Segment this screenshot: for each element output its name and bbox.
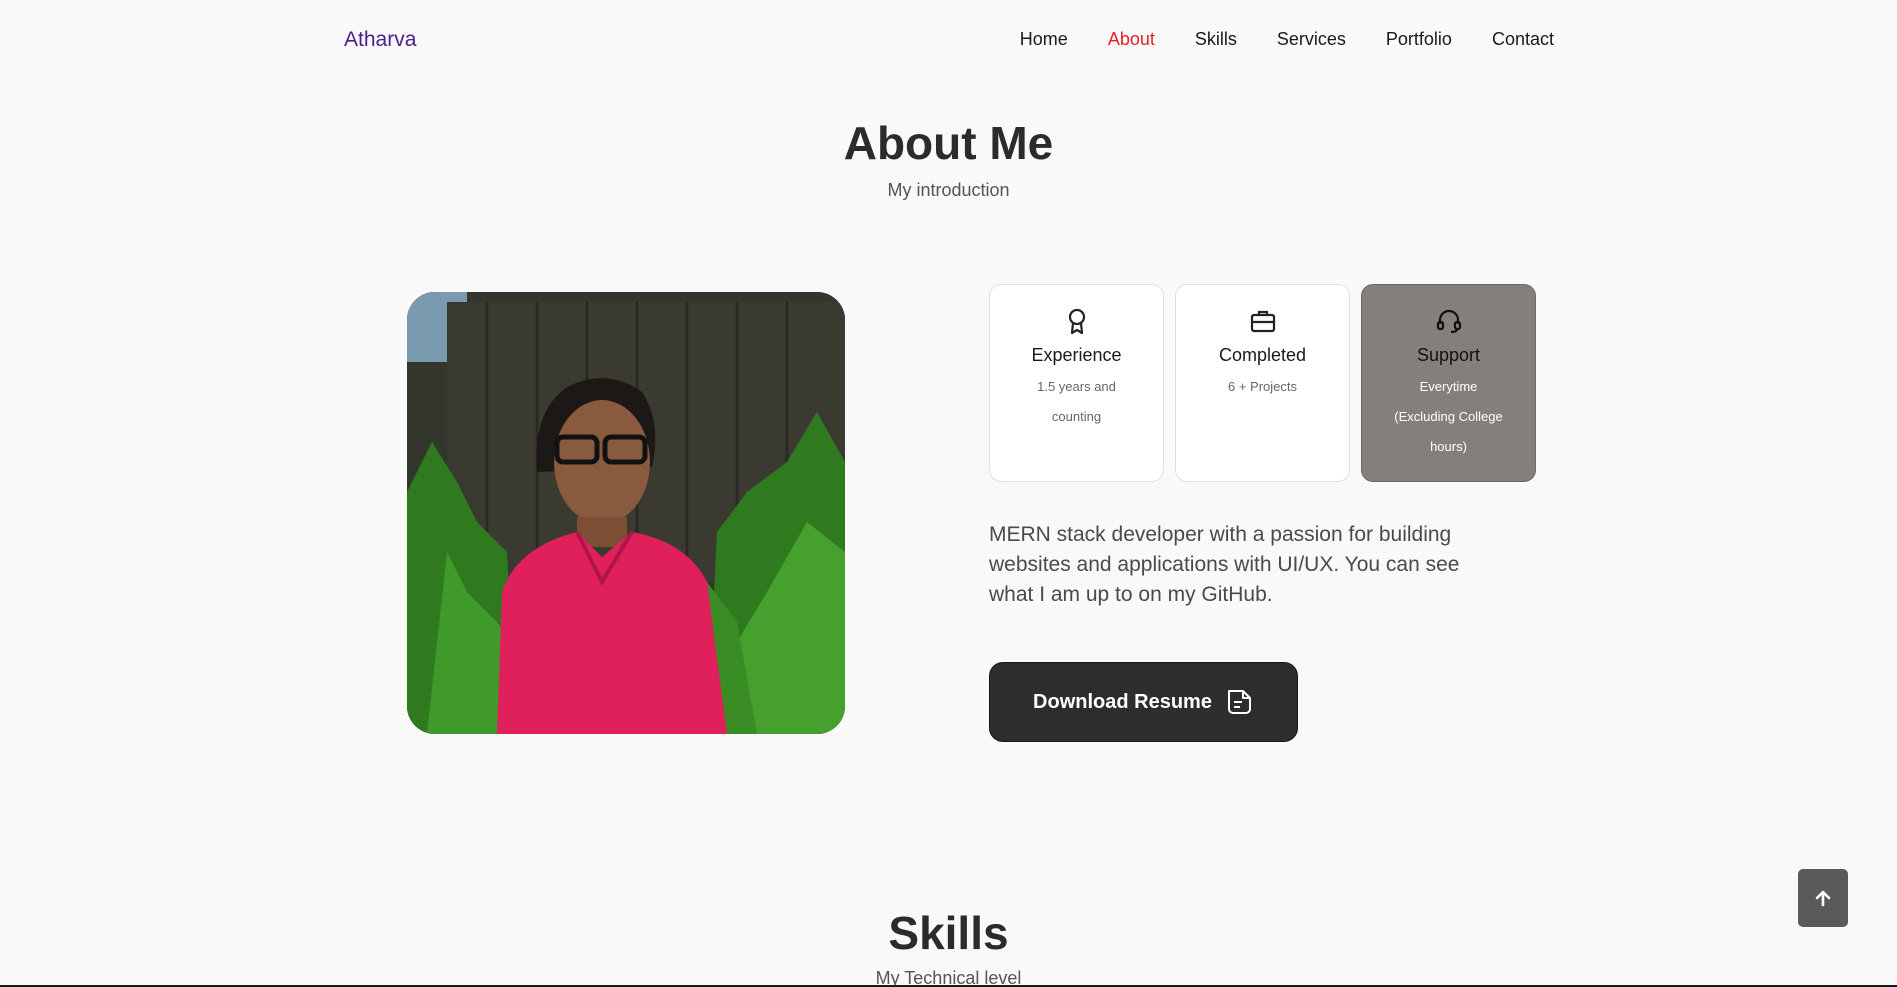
about-subtitle: My introduction: [887, 180, 1010, 200]
completed-card: Completed 6 + Projects: [1175, 284, 1350, 482]
card-text: 1.5 years and counting: [990, 372, 1163, 432]
scroll-to-top-button[interactable]: [1798, 869, 1848, 927]
document-icon: [1227, 690, 1251, 714]
card-line: Everytime: [1419, 379, 1478, 394]
card-line: hours): [1430, 439, 1467, 454]
download-resume-button[interactable]: Download Resume: [989, 662, 1298, 742]
card-line: (Excluding College: [1394, 409, 1503, 424]
arrow-up-icon: [1815, 890, 1831, 907]
portfolio-page: Atharva Home About Skills Services Portf…: [0, 0, 1897, 987]
experience-card: Experience 1.5 years and counting: [989, 284, 1164, 482]
card-text: Everytime (Excluding College hours): [1362, 372, 1535, 462]
card-title: Completed: [1218, 345, 1307, 365]
award-icon: [1068, 308, 1085, 335]
nav-home[interactable]: Home: [1020, 29, 1068, 50]
site-header: Atharva Home About Skills Services Portf…: [0, 0, 1897, 84]
skills-title: Skills: [888, 907, 1009, 959]
profile-photo: [407, 292, 845, 734]
nav-about[interactable]: About: [1108, 29, 1155, 50]
card-title: Support: [1416, 345, 1481, 365]
resume-button-label: Download Resume: [1033, 690, 1212, 713]
info-cards: Experience 1.5 years and counting Comple…: [989, 284, 1536, 482]
nav-portfolio[interactable]: Portfolio: [1386, 29, 1452, 50]
nav-services[interactable]: Services: [1277, 29, 1346, 50]
card-title: Experience: [1031, 345, 1122, 365]
headset-icon: [1436, 309, 1461, 334]
site-logo[interactable]: Atharva: [344, 28, 416, 52]
card-text: 6 + Projects: [1176, 372, 1349, 402]
main-nav: Home About Skills Services Portfolio Con…: [1020, 29, 1554, 50]
nav-skills[interactable]: Skills: [1195, 29, 1237, 50]
about-description: MERN stack developer with a passion for …: [989, 523, 1460, 606]
card-line: counting: [1051, 409, 1102, 424]
nav-contact[interactable]: Contact: [1492, 29, 1554, 50]
about-title: About Me: [843, 117, 1054, 169]
briefcase-icon: [1250, 310, 1275, 333]
card-line: 6 + Projects: [1227, 379, 1297, 394]
card-line: 1.5 years and: [1037, 379, 1116, 394]
support-card: Support Everytime (Excluding College hou…: [1361, 284, 1536, 482]
